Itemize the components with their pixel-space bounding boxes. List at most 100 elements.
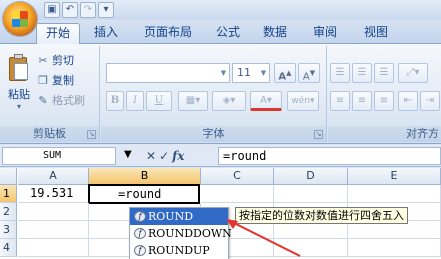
- shrink-font-button[interactable]: A▼: [298, 63, 320, 83]
- worksheet-grid: A B C D E 1 2 3 4 19.531 =round f ROUND f…: [0, 168, 441, 259]
- align-top-button[interactable]: ☰: [330, 63, 350, 83]
- cut-button[interactable]: ✂ 剪切: [36, 52, 74, 70]
- grow-font-button[interactable]: A▲: [274, 63, 296, 83]
- brush-icon: ✎: [38, 94, 48, 107]
- align-bottom-button[interactable]: ☰: [374, 63, 394, 83]
- row-header-4[interactable]: 4: [0, 239, 17, 257]
- save-icon[interactable]: ▣: [44, 2, 60, 18]
- cell-d1[interactable]: [274, 185, 348, 203]
- clipboard-group-label: 剪贴板: [0, 126, 99, 142]
- column-header-d[interactable]: D: [274, 168, 348, 185]
- fill-color-button[interactable]: ◈▾: [212, 91, 246, 111]
- column-header-e[interactable]: E: [348, 168, 441, 185]
- align-center-icon: ≡: [357, 95, 367, 106]
- formula-input[interactable]: =round: [218, 147, 441, 165]
- autocomplete-item-round[interactable]: f ROUND: [130, 208, 228, 225]
- function-icon: f: [134, 211, 146, 222]
- align-left-button[interactable]: ≡: [330, 91, 350, 111]
- insert-function-button[interactable]: fx: [172, 149, 184, 163]
- quick-access-toolbar: ▣ ↶ ↷ ▾: [44, 1, 114, 19]
- decrease-indent-button[interactable]: ⇤: [398, 91, 418, 111]
- customize-qat-icon[interactable]: ▾: [98, 2, 114, 18]
- column-header-c[interactable]: C: [201, 168, 274, 185]
- cut-label: 剪切: [52, 54, 74, 67]
- cell-c1[interactable]: [201, 185, 274, 203]
- autocomplete-item-roundup[interactable]: f ROUNDUP: [130, 242, 228, 259]
- format-painter-label: 格式刷: [52, 94, 85, 107]
- column-header-a[interactable]: A: [18, 168, 89, 185]
- copy-label: 复制: [52, 74, 74, 87]
- align-middle-icon: ☰: [357, 67, 367, 78]
- alignment-group: ☰ ☰ ☰ ⤢▾ ≡ ≡ ≡ ⇤ ⇥ 对齐方: [328, 46, 441, 142]
- alignment-group-label: 对齐方: [328, 126, 441, 142]
- shrink-font-label: A: [302, 71, 310, 83]
- increase-indent-button[interactable]: ⇥: [420, 91, 440, 111]
- scissors-icon: ✂: [38, 54, 48, 67]
- ribbon: 粘贴 ▾ ✂ 剪切 ❐ 复制 ✎ 格式刷 剪贴板 ↘ ▼ 11 ▼ A▲ A▼ B I…: [0, 44, 441, 144]
- tab-formulas[interactable]: 公式: [210, 23, 246, 44]
- name-box-dropdown-icon[interactable]: ▼: [124, 149, 132, 160]
- formula-buttons: ✕ ✓ fx: [146, 147, 184, 165]
- row-header-3[interactable]: 3: [0, 221, 17, 239]
- font-color-button[interactable]: A▾: [250, 91, 282, 111]
- cancel-icon[interactable]: ✕: [146, 149, 156, 163]
- font-name-select[interactable]: ▼: [106, 63, 230, 83]
- select-all-corner[interactable]: [0, 168, 17, 185]
- align-bottom-icon: ☰: [379, 67, 389, 78]
- redo-icon[interactable]: ↷: [80, 2, 96, 18]
- ribbon-tabs: 开始 插入 页面布局 公式 数据 审阅 视图: [0, 20, 441, 44]
- cell-a4[interactable]: [18, 239, 89, 257]
- function-icon: f: [134, 228, 146, 239]
- bold-button[interactable]: B: [106, 91, 124, 111]
- font-launcher-icon[interactable]: ↘: [314, 130, 323, 139]
- enter-icon[interactable]: ✓: [159, 149, 169, 163]
- autocomplete-item-label: ROUNDUP: [148, 244, 210, 257]
- undo-icon[interactable]: ↶: [62, 2, 78, 18]
- italic-button[interactable]: I: [126, 91, 144, 111]
- font-size-value: 11: [237, 66, 251, 79]
- clipboard-launcher-icon[interactable]: ↘: [87, 130, 96, 139]
- paste-button[interactable]: 粘贴 ▾: [4, 54, 34, 114]
- cell-a2[interactable]: [18, 203, 89, 221]
- underline-button[interactable]: U: [146, 91, 172, 111]
- row-header-1[interactable]: 1: [0, 185, 17, 203]
- annotation-arrow-icon: [226, 219, 301, 257]
- cell-e4[interactable]: [348, 239, 441, 257]
- borders-button[interactable]: ▦▾: [178, 91, 208, 111]
- paste-icon: [7, 54, 31, 82]
- copy-icon: ❐: [38, 74, 48, 87]
- font-color-label: A: [260, 95, 267, 106]
- font-size-select[interactable]: 11 ▼: [232, 63, 270, 83]
- tab-review[interactable]: 审阅: [307, 23, 343, 44]
- font-group: ▼ 11 ▼ A▲ A▼ B I U ▦▾ ◈▾ A▾ wén▾ 字体 ↘: [101, 46, 327, 142]
- tab-data[interactable]: 数据: [257, 23, 293, 44]
- align-middle-button[interactable]: ☰: [352, 63, 372, 83]
- phonetic-button[interactable]: wén▾: [287, 91, 319, 111]
- column-header-b[interactable]: B: [89, 168, 201, 185]
- tab-page-layout[interactable]: 页面布局: [135, 23, 201, 44]
- cell-e1[interactable]: [348, 185, 441, 203]
- paste-dropdown-icon[interactable]: ▾: [4, 102, 34, 111]
- function-autocomplete-list: f ROUND f ROUNDDOWN f ROUNDUP: [129, 207, 232, 259]
- align-right-button[interactable]: ≡: [374, 91, 394, 111]
- phonetic-label: wén: [291, 96, 311, 106]
- paste-label: 粘贴: [8, 88, 30, 101]
- cell-a1[interactable]: 19.531: [18, 185, 89, 203]
- office-logo-icon: [12, 11, 28, 27]
- office-button[interactable]: [3, 2, 37, 36]
- row-header-2[interactable]: 2: [0, 203, 17, 221]
- cell-a3[interactable]: [18, 221, 89, 239]
- tab-insert[interactable]: 插入: [88, 23, 124, 44]
- font-group-label: 字体: [101, 126, 326, 142]
- name-box[interactable]: SUM: [2, 147, 116, 165]
- format-painter-button[interactable]: ✎ 格式刷: [36, 92, 85, 110]
- autocomplete-item-rounddown[interactable]: f ROUNDDOWN: [130, 225, 232, 242]
- align-right-icon: ≡: [379, 95, 389, 106]
- tab-home[interactable]: 开始: [36, 23, 80, 44]
- title-bar: ▣ ↶ ↷ ▾: [0, 0, 441, 20]
- copy-button[interactable]: ❐ 复制: [36, 72, 74, 90]
- align-center-button[interactable]: ≡: [352, 91, 372, 111]
- cell-b1-editing[interactable]: =round: [88, 184, 200, 204]
- orientation-button[interactable]: ⤢▾: [398, 63, 428, 83]
- tab-view[interactable]: 视图: [358, 23, 394, 44]
